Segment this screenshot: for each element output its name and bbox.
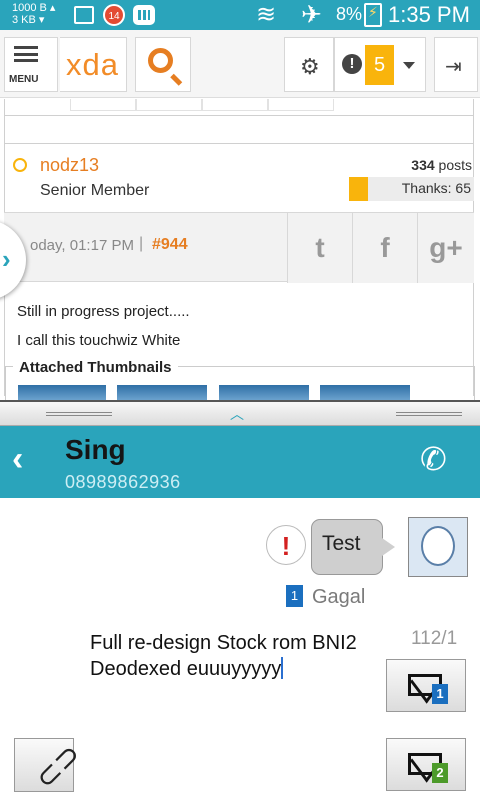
facebook-share-button[interactable]: f	[352, 213, 417, 283]
paperclip-icon: ⊂⊃	[28, 737, 88, 796]
grip-line	[46, 412, 112, 416]
thumbnail-image[interactable]	[320, 385, 410, 400]
attach-button[interactable]: ⊂⊃	[14, 737, 88, 796]
conversation-header: ‹ Sing 08989862936 ✆	[0, 426, 480, 498]
divider	[4, 143, 474, 144]
compose-text: Full re-design Stock rom BNI2 Deodexed e…	[90, 632, 357, 680]
notification-count-badge: 14	[103, 4, 125, 26]
thumbnail-image[interactable]	[117, 385, 207, 400]
online-status-icon	[13, 158, 27, 172]
send-sim2-button[interactable]: 2	[386, 738, 466, 791]
google-plus-icon: g+	[429, 232, 463, 263]
xda-forum-page: MENU xda ⚙ ! 5 ⇥ nodz13 Senior Member 33…	[0, 30, 480, 400]
sim1-badge: 1	[432, 684, 448, 704]
twitter-icon: t	[315, 232, 325, 263]
network-speed: 1000 B ▴ 3 KB ▾	[12, 2, 55, 26]
status-bar: 1000 B ▴ 3 KB ▾ 14 ≋ ✈ 8% 1:35 PM	[0, 0, 480, 30]
text-cursor	[281, 657, 284, 679]
post-body-line: I call this touchwiz White	[17, 332, 181, 349]
battery-percent: 8%	[336, 4, 363, 24]
sim-badge: 1	[286, 585, 303, 607]
post-count: 334 posts	[411, 157, 472, 173]
facebook-icon: f	[380, 232, 390, 263]
post-time: oday, 01:17 PM	[30, 237, 134, 254]
menu-label: MENU	[9, 74, 39, 85]
sim2-badge: 2	[432, 763, 448, 783]
battery-icon	[364, 3, 382, 27]
send-sim1-button[interactable]: 1	[386, 659, 466, 712]
network-upload: 1000 B ▴	[12, 2, 56, 14]
wifi-icon: ≋	[256, 1, 277, 28]
message-status: Gagal	[312, 586, 366, 608]
clock: 1:35 PM	[388, 2, 470, 27]
alert-icon: !	[342, 54, 362, 74]
avatar-icon	[421, 526, 455, 566]
send-icon: 2	[408, 753, 448, 783]
post-separator: |	[139, 235, 144, 252]
back-icon[interactable]: ‹	[12, 440, 23, 479]
post-number[interactable]: #944	[152, 236, 188, 254]
menu-button[interactable]: MENU	[4, 37, 58, 92]
search-button[interactable]	[135, 37, 191, 92]
thanks-count: Thanks: 65	[401, 180, 471, 196]
thumbnail-image[interactable]	[18, 385, 106, 400]
thanks-meter: Thanks: 65	[349, 177, 474, 201]
user-title: Senior Member	[40, 182, 150, 199]
logout-button[interactable]: ⇥	[434, 37, 478, 92]
bbm-icon	[133, 5, 155, 25]
chevron-up-icon[interactable]: ︿	[230, 404, 244, 424]
post-username[interactable]: nodz13	[40, 155, 99, 176]
settings-button[interactable]: ⚙	[284, 37, 334, 92]
notifications-button[interactable]: ! 5	[334, 37, 426, 92]
post-body-line: Still in progress project.....	[17, 303, 190, 320]
search-icon	[148, 48, 173, 73]
menu-icon	[14, 46, 38, 62]
attached-thumbnails-label: Attached Thumbnails	[13, 359, 178, 376]
airplane-icon: ✈	[301, 1, 322, 29]
alert-count-badge: 5	[365, 45, 394, 85]
post-count-value: 334	[411, 157, 435, 173]
contact-number: 08989862936	[65, 472, 181, 492]
xda-toolbar: MENU xda ⚙ ! 5 ⇥	[0, 30, 480, 98]
network-download: 3 KB ▾	[12, 14, 45, 26]
contact-name: Sing	[65, 434, 126, 465]
thumbnail-image[interactable]	[219, 385, 309, 400]
call-icon[interactable]: ✆	[420, 440, 447, 478]
twitter-share-button[interactable]: t	[287, 213, 352, 283]
logout-icon: ⇥	[445, 56, 462, 78]
character-count: 112/1	[411, 628, 458, 649]
grip-line	[396, 412, 462, 416]
conversation-area: Test ! 1 Gagal Full re-design Stock rom …	[0, 498, 480, 800]
gallery-icon	[74, 6, 94, 24]
thanks-meter-fill	[349, 177, 368, 201]
send-icon: 1	[408, 674, 448, 704]
failed-icon[interactable]: !	[266, 525, 306, 565]
xda-logo[interactable]: xda	[60, 37, 127, 92]
post-count-label: posts	[438, 157, 472, 173]
google-plus-share-button[interactable]: g+	[417, 213, 474, 283]
sent-message-bubble[interactable]: Test	[311, 519, 395, 575]
post-meta-bar: oday, 01:17 PM | #944 t f g+	[4, 212, 474, 283]
chevron-down-icon	[403, 62, 415, 69]
message-compose-field[interactable]: Full re-design Stock rom BNI2 Deodexed e…	[90, 630, 380, 682]
avatar[interactable]	[408, 517, 468, 577]
divider	[4, 115, 474, 116]
chevron-right-icon: ›	[2, 244, 11, 274]
split-screen-handle[interactable]: ︿	[0, 400, 480, 426]
gear-icon: ⚙	[300, 54, 320, 79]
